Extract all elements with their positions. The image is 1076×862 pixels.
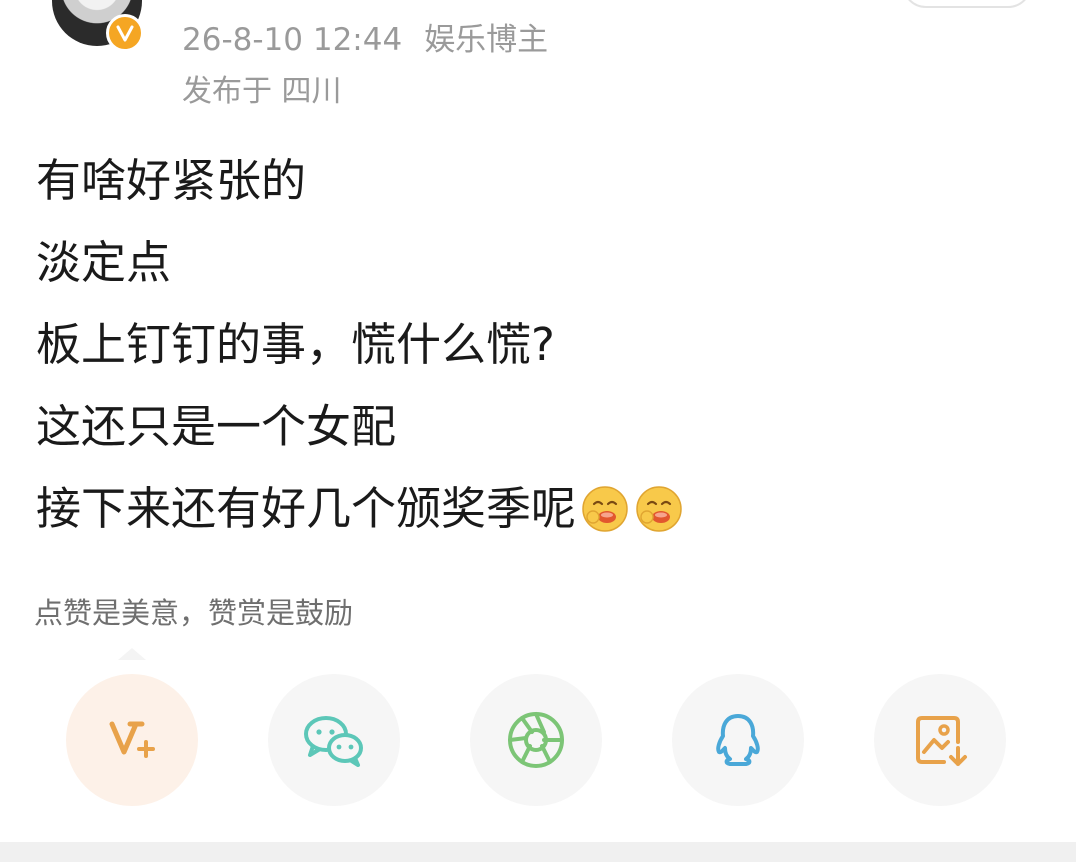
post-text-line: 有啥好紧张的 [36,154,307,207]
post-text: 接下来还有好几个颁奖季呢 [36,482,577,535]
bottom-divider [0,842,1076,862]
post-body: 有啥好紧张的 淡定点 板上钉钉的事，慌什么慌? 这还只是一个女配 接下来还有好几… [36,140,684,550]
post-text-line: 接下来还有好几个颁奖季呢 [36,468,684,550]
post-text-line: 这还只是一个女配 [36,400,397,453]
hint-pointer [118,648,146,660]
save-image-button[interactable] [874,674,1006,806]
reward-button[interactable] [66,674,198,806]
share-moments-button[interactable] [470,674,602,806]
post-timestamp: 26-8-10 12:44 [182,22,403,58]
reward-hint-text: 点赞是美意，赞赏是鼓励 [34,596,354,630]
share-wechat-button[interactable] [268,674,400,806]
verified-badge-icon [106,14,144,52]
drooling-face-emoji-icon [636,486,682,532]
v-plus-icon [109,721,155,758]
post-text-line: 淡定点 [36,236,172,289]
post-meta: 26-8-10 12:44 娱乐博主 [182,14,548,59]
share-qq-button[interactable] [672,674,804,806]
post-text-line: 板上钉钉的事，慌什么慌? [36,318,555,371]
post-location: 发布于 四川 [182,74,342,109]
drooling-face-emoji-icon [582,486,628,532]
save-image-icon [916,716,967,766]
qq-icon [716,714,760,766]
moments-icon [508,712,564,768]
wechat-icon [304,716,363,767]
follow-button[interactable] [902,0,1032,8]
post-page: 26-8-10 12:44 娱乐博主 发布于 四川 有啥好紧张的 淡定点 板上钉钉… [0,0,1076,862]
author-tag: 娱乐博主 [424,22,549,58]
